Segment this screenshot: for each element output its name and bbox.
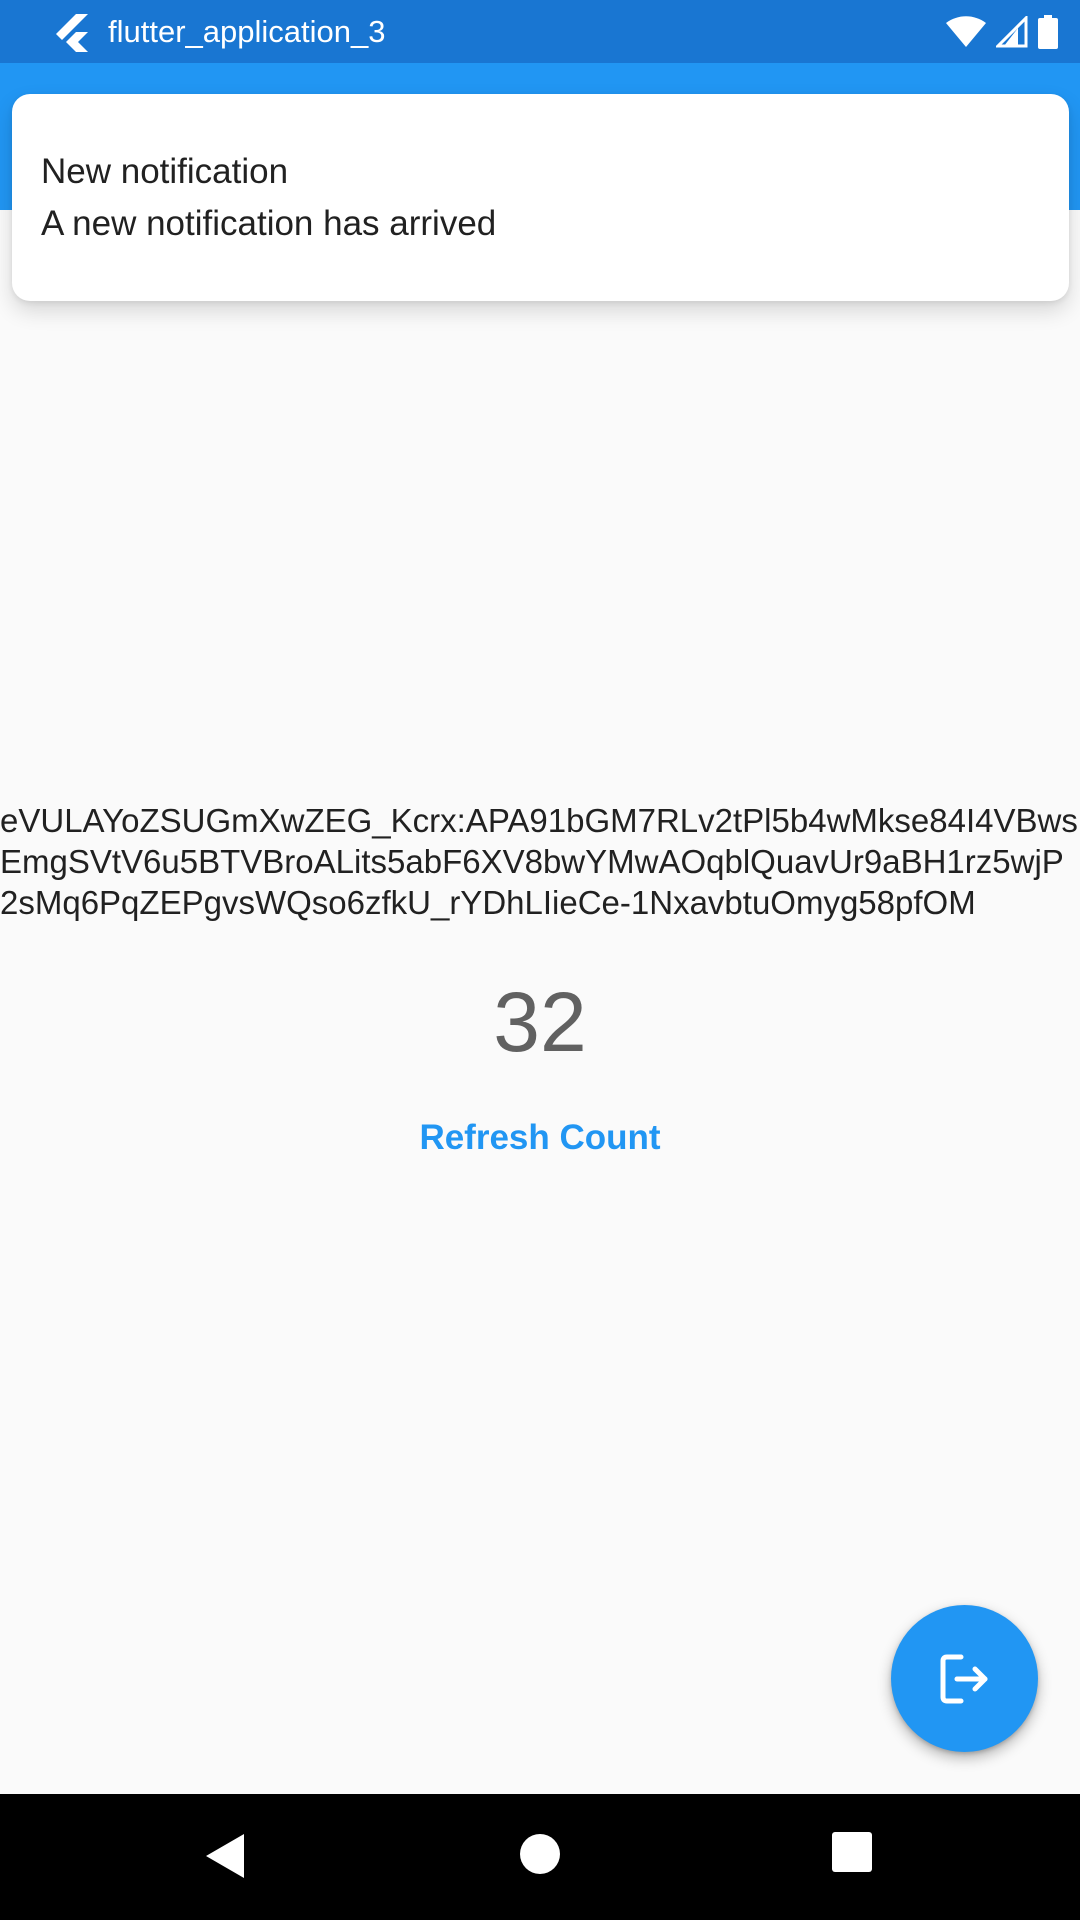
flutter-logo-icon xyxy=(56,14,88,52)
status-icons xyxy=(946,0,1058,63)
status-bar: flutter_application_3 xyxy=(0,0,1080,63)
notification-title: New notification xyxy=(41,152,289,191)
logout-icon xyxy=(940,1654,987,1703)
navigation-bar xyxy=(0,1794,1080,1920)
recents-icon[interactable] xyxy=(830,1830,874,1874)
cell-signal-icon xyxy=(996,15,1028,47)
notification-banner[interactable] xyxy=(12,94,1069,301)
count-value: 32 xyxy=(493,975,587,1069)
logout-fab-button[interactable] xyxy=(891,1605,1038,1752)
status-app-title: flutter_application_3 xyxy=(108,14,386,49)
battery-icon xyxy=(1038,14,1058,49)
wifi-icon xyxy=(946,15,986,47)
refresh-count-button[interactable]: Refresh Count xyxy=(400,1108,680,1168)
token-text: eVULAYoZSUGmXwZEG_Kcrx:APA91bGM7RLv2tPl5… xyxy=(0,802,1078,921)
notification-body: A new notification has arrived xyxy=(41,204,497,243)
back-icon[interactable] xyxy=(200,1830,252,1882)
home-icon[interactable] xyxy=(518,1832,562,1876)
